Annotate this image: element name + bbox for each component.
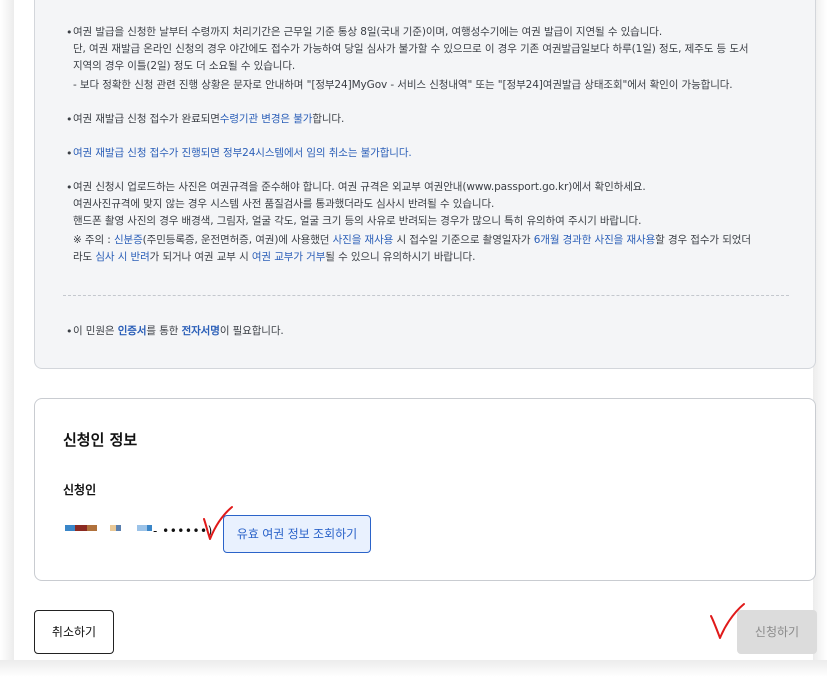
notice-text: 핸드폰 촬영 사진의 경우 배경색, 그림자, 얼굴 각도, 얼굴 크기 등의 … bbox=[73, 215, 642, 227]
applicant-label: 신청인 bbox=[63, 483, 97, 497]
notice-text: 여권 재발급 신청 접수가 진행되면 정부24시스템에서 임의 취소는 불가합니… bbox=[73, 147, 412, 159]
divider bbox=[63, 295, 789, 296]
notice-text: 이 민원은 인증서를 통한 전자서명이 필요합니다. bbox=[73, 325, 284, 337]
page: • 여권 발급을 신청한 날부터 수령까지 처리기간은 근무일 기준 통상 8일… bbox=[14, 0, 817, 660]
notice-text: ※ 주의 : 신분증(주민등록증, 운전면허증, 여권)에 사용했던 사진을 재… bbox=[73, 234, 751, 246]
submit-button[interactable]: 신청하기 bbox=[737, 610, 817, 654]
notice-text: 여권 재발급 신청 접수가 완료되면수령기관 변경은 불가합니다. bbox=[73, 113, 345, 125]
cancel-button[interactable]: 취소하기 bbox=[34, 610, 114, 654]
notice-box: • 여권 발급을 신청한 날부터 수령까지 처리기간은 근무일 기준 통상 8일… bbox=[34, 0, 816, 369]
bullet: • bbox=[66, 26, 73, 39]
bullet: • bbox=[66, 147, 73, 160]
section-title: 신청인 정보 bbox=[63, 431, 138, 449]
notice-text: 여권 발급을 신청한 날부터 수령까지 처리기간은 근무일 기준 통상 8일(국… bbox=[73, 26, 663, 38]
bullet: • bbox=[66, 325, 73, 338]
notice-text: 단, 여권 재발급 온라인 신청의 경우 야간에도 접수가 가능하여 당일 심사… bbox=[73, 43, 749, 55]
check-valid-passport-button[interactable]: 유효 여권 정보 조회하기 bbox=[223, 515, 371, 553]
masked-number-suffix: - ••••••) bbox=[153, 524, 213, 538]
bullet: • bbox=[66, 181, 73, 194]
notice-text: 지역의 경우 이틀(2일) 정도 더 소요될 수 있습니다. bbox=[73, 60, 296, 72]
notice-text: 여권사진규격에 맞지 않는 경우 시스템 사전 품질검사를 통과했더라도 심사시… bbox=[73, 198, 495, 210]
bullet: • bbox=[66, 113, 73, 126]
notice-text: 여권 신청시 업로드하는 사진은 여권규격을 준수해야 합니다. 여권 규격은 … bbox=[73, 181, 646, 193]
applicant-info-panel: 신청인 정보 신청인 - ••••••) 유효 여권 정보 조회하기 bbox=[34, 398, 816, 581]
notice-text: - 보다 정확한 신청 관련 진행 상황은 문자로 안내하며 "[정부24]My… bbox=[73, 79, 733, 91]
notice-text: 라도 심사 시 반려가 되거나 여권 교부 시 여권 교부가 거부될 수 있으니… bbox=[73, 251, 476, 263]
